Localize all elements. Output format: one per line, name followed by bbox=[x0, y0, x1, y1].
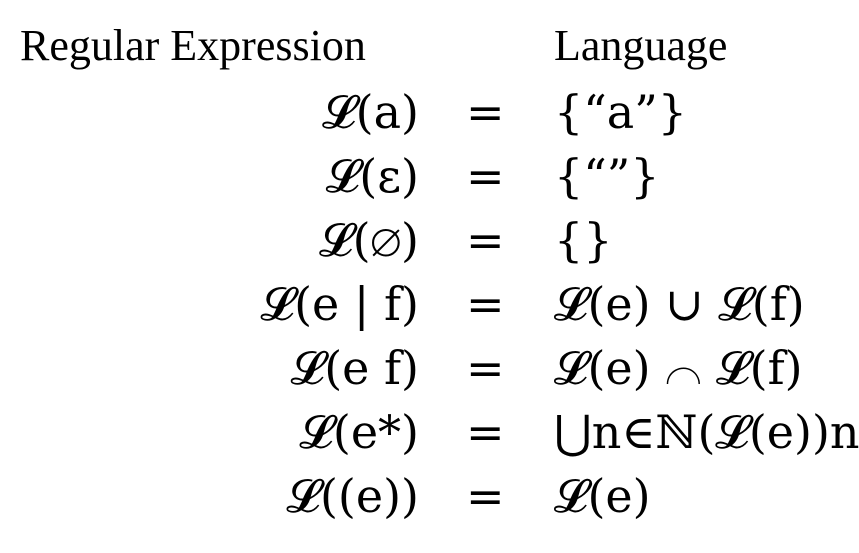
equation-lhs: 𝓛(e f) bbox=[290, 341, 419, 395]
equation-lhs: 𝓛(a) bbox=[322, 85, 419, 139]
equation-rhs: {} bbox=[554, 213, 613, 267]
equation-row: 𝓛(e f) = 𝓛(e) ⌒ 𝓛(f) bbox=[0, 336, 859, 400]
equation-row: 𝓛((e)) = 𝓛(e) bbox=[0, 464, 859, 528]
equals-sign: = bbox=[466, 341, 505, 395]
equation-rhs: 𝓛(e) ⌒ 𝓛(f) bbox=[554, 341, 803, 395]
equation-rhs: ⋃n∈ℕ(𝓛(e))n bbox=[554, 405, 859, 459]
equation-lhs: 𝓛(∅) bbox=[319, 213, 419, 267]
equation-lhs: 𝓛(e | f) bbox=[260, 277, 419, 331]
equation-row: 𝓛(ε) = {“”} bbox=[0, 144, 859, 208]
equals-sign: = bbox=[466, 85, 505, 139]
column-header-language: Language bbox=[554, 21, 728, 70]
equation-row: 𝓛(e | f) = 𝓛(e) ∪ 𝓛(f) bbox=[0, 272, 859, 336]
equation-rhs: 𝓛(e) bbox=[554, 469, 651, 523]
column-header-regular-expression: Regular Expression bbox=[20, 21, 366, 70]
equation-row: 𝓛(∅) = {} bbox=[0, 208, 859, 272]
equation-row: 𝓛(e*) = ⋃n∈ℕ(𝓛(e))n bbox=[0, 400, 859, 464]
equals-sign: = bbox=[466, 149, 505, 203]
semantics-table: Regular Expression Language 𝓛(a) = {“a”}… bbox=[0, 0, 859, 553]
equals-sign: = bbox=[466, 277, 505, 331]
equation-lhs: 𝓛((e)) bbox=[286, 469, 419, 523]
equation-rhs: {“”} bbox=[554, 149, 660, 203]
equation-lhs: 𝓛(ε) bbox=[325, 149, 419, 203]
equation-row: 𝓛(a) = {“a”} bbox=[0, 80, 859, 144]
equals-sign: = bbox=[466, 405, 505, 459]
equals-sign: = bbox=[466, 213, 505, 267]
equation-lhs: 𝓛(e*) bbox=[299, 405, 419, 459]
equals-sign: = bbox=[466, 469, 505, 523]
equation-rhs: 𝓛(e) ∪ 𝓛(f) bbox=[554, 277, 805, 331]
equation-rhs: {“a”} bbox=[554, 85, 687, 139]
equation-rows: 𝓛(a) = {“a”} 𝓛(ε) = {“”} 𝓛(∅) = {} 𝓛(e |… bbox=[0, 80, 859, 528]
